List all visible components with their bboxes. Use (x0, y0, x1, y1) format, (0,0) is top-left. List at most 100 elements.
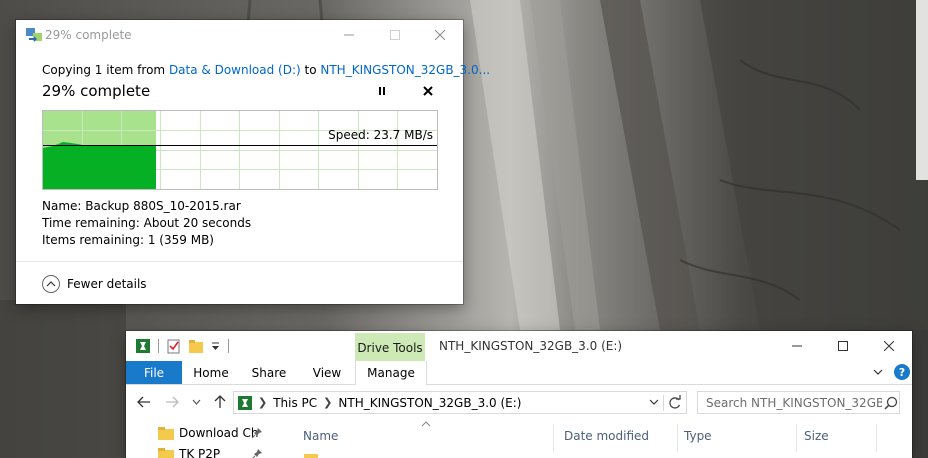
folder-icon (158, 447, 174, 458)
detail-items: Items remaining: 1 (359 MB) (42, 233, 214, 247)
expand-ribbon-icon[interactable] (872, 366, 884, 378)
column-header-date-modified[interactable]: Date modified (564, 429, 649, 445)
stop-button[interactable] (420, 83, 436, 99)
nav-item-download[interactable]: Download Ch (158, 423, 262, 443)
column-header-type[interactable]: Type (684, 429, 712, 445)
maximize-icon (390, 30, 400, 40)
close-button[interactable] (417, 20, 463, 50)
properties-icon[interactable] (167, 339, 181, 354)
breadcrumb-chevron-icon[interactable]: ❯ (258, 396, 267, 409)
new-folder-icon[interactable] (189, 339, 203, 353)
chevron-down-icon (192, 399, 200, 405)
column-header-name[interactable]: Name (303, 429, 338, 445)
items-value: 1 (359 MB) (147, 233, 214, 247)
nav-item-label: TK P2P (179, 447, 221, 458)
tab-manage[interactable]: Manage (355, 361, 427, 385)
nav-item-tk-p2p[interactable]: TK P2P (158, 444, 262, 458)
detail-time: Time remaining: About 20 seconds (42, 216, 251, 230)
divider (16, 261, 463, 262)
ribbon-tabs: File Home Share View Manage ? (126, 361, 912, 385)
progress-heading: 29% complete (42, 82, 151, 100)
copy-prefix: Copying 1 item from (42, 63, 169, 77)
name-label: Name: (42, 199, 82, 213)
breadcrumb-chevron-icon[interactable]: ❯ (323, 396, 332, 409)
chevron-up-icon (42, 275, 60, 293)
back-button[interactable] (136, 394, 152, 410)
minimize-button[interactable] (326, 20, 372, 50)
folder-icon (158, 426, 174, 440)
usb-drive-icon (238, 395, 252, 410)
time-value: About 20 seconds (143, 216, 252, 230)
help-icon[interactable]: ? (894, 364, 910, 380)
to-word: to (300, 63, 321, 77)
usb-drive-icon[interactable] (136, 339, 150, 353)
copy-progress-dialog: 29% complete Copying 1 item from Data & … (16, 20, 490, 304)
column-divider[interactable] (876, 424, 877, 452)
copy-arrow-icon (26, 28, 42, 42)
chevron-down-icon[interactable] (648, 396, 660, 408)
destination-link[interactable]: NTH_KINGSTON_32GB_3.0... (320, 63, 490, 77)
drive-tools-context-label: Drive Tools (355, 333, 425, 363)
pause-icon (379, 87, 385, 95)
progress-fill (43, 142, 156, 189)
address-bar[interactable]: ❯ This PC ❯ NTH_KINGSTON_32GB_3.0 (E:) (233, 391, 687, 414)
name-value: Backup 880S_10-2015.rar (85, 199, 241, 213)
toolbar-separator (158, 339, 159, 353)
window-title: NTH_KINGSTON_32GB_3.0 (E:) (439, 339, 623, 353)
quick-access-toolbar (136, 338, 229, 354)
speed-graph: Speed: 23.7 MB/s (42, 110, 438, 190)
column-divider[interactable] (796, 424, 797, 452)
search-box[interactable] (697, 391, 900, 414)
items-label: Items remaining: (42, 233, 145, 247)
source-link[interactable]: Data & Download (D:) (169, 63, 301, 77)
column-divider[interactable] (553, 424, 554, 452)
time-label: Time remaining: (42, 216, 140, 230)
search-icon[interactable] (884, 396, 898, 410)
recent-locations-button[interactable] (188, 394, 204, 410)
tab-share[interactable]: Share (240, 361, 298, 384)
up-button[interactable] (212, 394, 228, 410)
file-explorer-window: Drive Tools NTH_KINGSTON_32GB_3.0 (E:) F… (126, 331, 912, 458)
folder-icon[interactable] (304, 454, 318, 458)
forward-button[interactable] (164, 394, 180, 410)
column-divider[interactable] (677, 424, 678, 452)
breadcrumb-drive[interactable]: NTH_KINGSTON_32GB_3.0 (E:) (338, 396, 521, 410)
pin-icon[interactable] (251, 427, 263, 439)
sort-ascending-icon (421, 421, 431, 427)
pause-button[interactable] (374, 83, 390, 99)
speed-label: Speed: 23.7 MB/s (328, 128, 433, 142)
dialog-titlebar[interactable]: 29% complete (16, 20, 463, 50)
column-header-size[interactable]: Size (804, 429, 829, 445)
refresh-icon[interactable] (663, 395, 683, 411)
minimize-icon (792, 345, 802, 347)
maximize-icon (838, 341, 848, 351)
copy-description: Copying 1 item from Data & Download (D:)… (42, 63, 490, 77)
breadcrumb-this-pc[interactable]: This PC (273, 396, 317, 410)
dialog-title: 29% complete (45, 28, 132, 42)
dropdown-icon[interactable] (211, 342, 220, 351)
maximize-button[interactable] (372, 20, 418, 50)
pin-icon[interactable] (251, 448, 263, 458)
tab-file[interactable]: File (126, 361, 182, 384)
tab-view[interactable]: View (298, 361, 356, 384)
minimize-button[interactable] (774, 331, 820, 361)
tab-home[interactable]: Home (182, 361, 240, 384)
minimize-icon (344, 34, 354, 36)
stop-icon (423, 86, 433, 96)
close-icon (884, 341, 894, 351)
nav-item-label: Download Ch (179, 426, 259, 440)
detail-name: Name: Backup 880S_10-2015.rar (42, 199, 241, 213)
forward-arrow-icon (166, 396, 179, 408)
maximize-button[interactable] (820, 331, 866, 361)
close-icon (435, 30, 445, 40)
navigation-bar: ❯ This PC ❯ NTH_KINGSTON_32GB_3.0 (E:) (126, 385, 912, 419)
search-input[interactable] (698, 394, 884, 411)
explorer-titlebar[interactable]: Drive Tools NTH_KINGSTON_32GB_3.0 (E:) (126, 331, 912, 363)
toolbar-separator (228, 339, 229, 353)
up-arrow-icon (214, 395, 226, 408)
speed-graph-canvas (43, 111, 437, 189)
close-button[interactable] (866, 331, 912, 361)
back-arrow-icon (137, 396, 150, 408)
fewer-details-button[interactable]: Fewer details (42, 274, 147, 294)
file-list: Name Date modified Type Size (286, 419, 912, 458)
